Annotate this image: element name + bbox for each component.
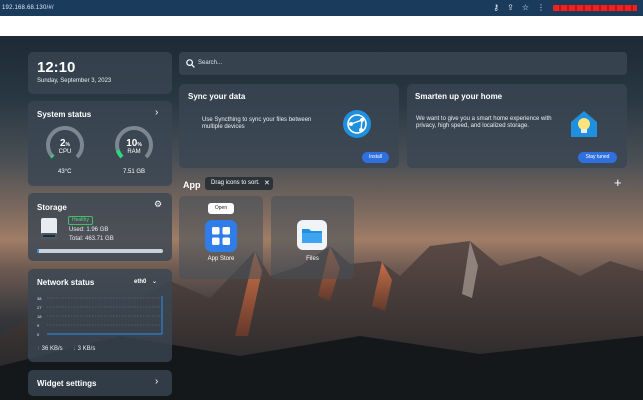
- download-speed: ↓ 3 KB/s: [73, 346, 96, 352]
- chevron-right-icon[interactable]: ›: [155, 107, 158, 118]
- app-label: App Store: [207, 256, 235, 262]
- redacted-extensions: [553, 5, 637, 11]
- network-chart: 38 27 18 9 0: [37, 296, 163, 337]
- drag-tooltip-text: Drag icons to sort.: [211, 180, 260, 186]
- storage-used: Used: 1.96 GB: [69, 227, 109, 233]
- smart-home-card-text: We want to give you a smart home experie…: [416, 116, 552, 129]
- network-status-title: Network status: [37, 278, 95, 287]
- clock-time: 12:10: [37, 59, 76, 76]
- smart-home-icon: [571, 111, 597, 137]
- ram-usage: 7.51 GB: [123, 169, 146, 175]
- storage-progress-fill: [37, 249, 39, 253]
- stay-tuned-button[interactable]: Stay tuned: [578, 152, 617, 163]
- app-label: Files: [306, 256, 319, 262]
- sync-card-title: Sync your data: [188, 92, 246, 101]
- key-icon[interactable]: ⚷: [493, 0, 499, 16]
- storage-progress-track: [37, 249, 163, 253]
- storage-title: Storage: [37, 203, 67, 212]
- sync-card: Sync your data Use Syncthing to sync you…: [179, 84, 399, 168]
- search-input[interactable]: Search...: [198, 60, 222, 66]
- app-tile-app-store[interactable]: Open App Store: [179, 196, 263, 279]
- ram-value: 10%: [126, 138, 142, 149]
- gear-icon[interactable]: ⚙: [154, 199, 162, 210]
- system-status-title: System status: [37, 110, 92, 119]
- network-y-tick: 38: [37, 296, 42, 301]
- arrow-down-icon: ↓: [73, 346, 76, 352]
- network-y-tick: 18: [37, 314, 42, 319]
- app-section-title: App: [183, 180, 201, 190]
- clock-widget: 12:10 Sunday, September 3, 2023: [28, 52, 172, 94]
- cpu-temperature: 43°C: [58, 169, 72, 175]
- network-interface-label: eth0: [134, 279, 147, 285]
- smart-home-card: Smarten up your home We want to give you…: [407, 84, 627, 168]
- search-icon: [186, 59, 195, 68]
- disk-icon: [41, 218, 57, 239]
- share-icon[interactable]: ⇪: [507, 0, 514, 16]
- browser-actions: ⚷ ⇪ ☆ ⋮: [493, 0, 643, 16]
- arrow-up-icon: ↑: [37, 346, 40, 352]
- menu-icon[interactable]: ⋮: [537, 0, 545, 16]
- install-button[interactable]: Install: [362, 152, 389, 163]
- syncthing-icon: [343, 110, 371, 138]
- storage-widget: Storage ⚙ Healthy Used: 1.96 GB Total: 4…: [28, 193, 172, 261]
- app-store-icon: [205, 220, 237, 252]
- star-icon[interactable]: ☆: [522, 0, 529, 16]
- drag-to-sort-tooltip: Drag icons to sort. ✕: [205, 177, 273, 190]
- search-bar[interactable]: Search...: [179, 52, 627, 75]
- upload-speed: ↑ 36 KB/s: [37, 346, 63, 352]
- widget-settings-title: Widget settings: [37, 379, 97, 388]
- sync-card-text: Use Syncthing to sync your files between…: [202, 117, 312, 130]
- ram-label: RAM: [127, 149, 141, 155]
- network-y-tick: 9: [37, 323, 40, 328]
- address-bar[interactable]: 192.168.68.130/#/: [2, 5, 54, 11]
- cpu-label: CPU: [58, 149, 72, 155]
- chevron-down-icon: ⌄: [152, 279, 158, 285]
- network-interface-select[interactable]: eth0 ⌄: [134, 278, 157, 285]
- network-y-tick: 27: [37, 305, 42, 310]
- clock-date: Sunday, September 3, 2023: [37, 78, 112, 84]
- system-status-widget: System status › 2% CPU 43°C 10% RAM 7.51…: [28, 101, 172, 186]
- folder-icon: [297, 220, 327, 250]
- network-status-widget: Network status eth0 ⌄ 38 27 18 9 0 ↑ 36 KB/s…: [28, 269, 172, 362]
- cpu-gauge: 2% CPU: [45, 125, 85, 165]
- chevron-right-icon: ›: [155, 376, 159, 387]
- browser-toolbar: 192.168.68.130/#/ ⚷ ⇪ ☆ ⋮: [0, 0, 643, 16]
- app-tile-files[interactable]: Files: [271, 196, 354, 279]
- storage-health-badge: Healthy: [68, 216, 93, 225]
- smart-home-card-title: Smarten up your home: [415, 92, 503, 101]
- add-app-button[interactable]: +: [614, 175, 622, 190]
- open-tooltip: Open: [208, 203, 234, 214]
- storage-total: Total: 463.71 GB: [69, 236, 114, 242]
- cpu-value: 2%: [59, 138, 70, 149]
- browser-bookmarks-bar: [0, 16, 643, 36]
- ram-gauge: 10% RAM: [114, 125, 154, 165]
- network-y-tick: 0: [37, 332, 40, 337]
- close-icon[interactable]: ✕: [264, 179, 270, 187]
- widget-settings-button[interactable]: Widget settings ›: [28, 370, 172, 396]
